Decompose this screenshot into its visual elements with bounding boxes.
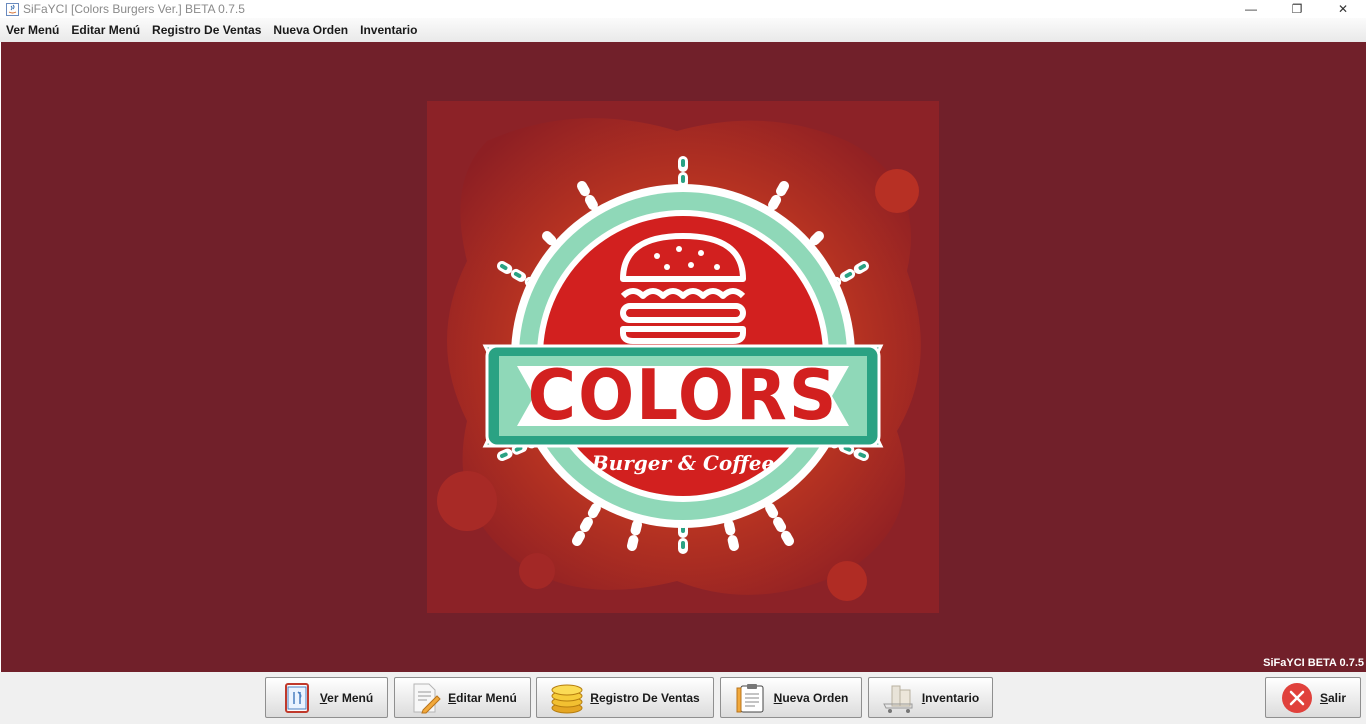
colors-logo: COLORS Burger & Coffee <box>427 101 939 613</box>
menu-nueva-orden[interactable]: Nueva Orden <box>267 18 354 42</box>
close-icon: ✕ <box>1337 2 1349 16</box>
java-app-icon <box>5 2 19 16</box>
menu-ver-menu[interactable]: Ver Menú <box>0 18 65 42</box>
document-pencil-icon <box>408 681 442 715</box>
logo-subtitle: Burger & Coffee <box>591 451 775 475</box>
ver-menu-label: Ver Menú <box>319 690 374 705</box>
menu-card-icon <box>280 681 314 715</box>
window-controls: — ❐ ✕ <box>1228 0 1366 18</box>
menu-inventario[interactable]: Inventario <box>354 18 423 42</box>
version-label: SiFaYCI BETA 0.7.5 <box>1263 657 1364 669</box>
warehouse-cart-icon <box>882 681 916 715</box>
editar-menu-label: Editar Menú <box>448 690 517 705</box>
editar-menu-button[interactable]: Editar Menú <box>394 677 531 718</box>
main-panel: COLORS Burger & Coffee SiFaYCI BETA 0.7.… <box>1 42 1366 672</box>
minimize-button[interactable]: — <box>1228 0 1274 18</box>
minimize-icon: — <box>1245 2 1257 16</box>
coins-icon <box>550 681 584 715</box>
menu-registro-ventas[interactable]: Registro De Ventas <box>146 18 267 42</box>
restore-icon: ❐ <box>1291 2 1303 16</box>
registro-ventas-button[interactable]: Registro De Ventas <box>536 677 714 718</box>
ver-menu-button[interactable]: Ver Menú <box>265 677 388 718</box>
restore-button[interactable]: ❐ <box>1274 0 1320 18</box>
nueva-orden-label: Nueva Orden <box>773 690 849 705</box>
close-window-button[interactable]: ✕ <box>1320 0 1366 18</box>
close-circle-icon <box>1280 681 1314 715</box>
inventario-label: Inventario <box>921 690 980 705</box>
menu-bar: Ver Menú Editar Menú Registro De Ventas … <box>0 18 1366 42</box>
registro-ventas-label: Registro De Ventas <box>590 690 700 705</box>
nueva-orden-button[interactable]: Nueva Orden <box>720 677 862 718</box>
logo-title: COLORS <box>527 355 839 436</box>
salir-label: Salir <box>1319 690 1347 705</box>
inventario-button[interactable]: Inventario <box>868 677 993 718</box>
bottom-toolbar: Ver Menú Editar Menú Registro De Ventas <box>0 672 1366 724</box>
menu-editar-menu[interactable]: Editar Menú <box>65 18 146 42</box>
salir-button[interactable]: Salir <box>1265 677 1361 718</box>
title-bar: SiFaYCI [Colors Burgers Ver.] BETA 0.7.5… <box>0 0 1366 18</box>
window-title: SiFaYCI [Colors Burgers Ver.] BETA 0.7.5 <box>23 2 245 16</box>
clipboard-pencil-icon <box>734 681 768 715</box>
